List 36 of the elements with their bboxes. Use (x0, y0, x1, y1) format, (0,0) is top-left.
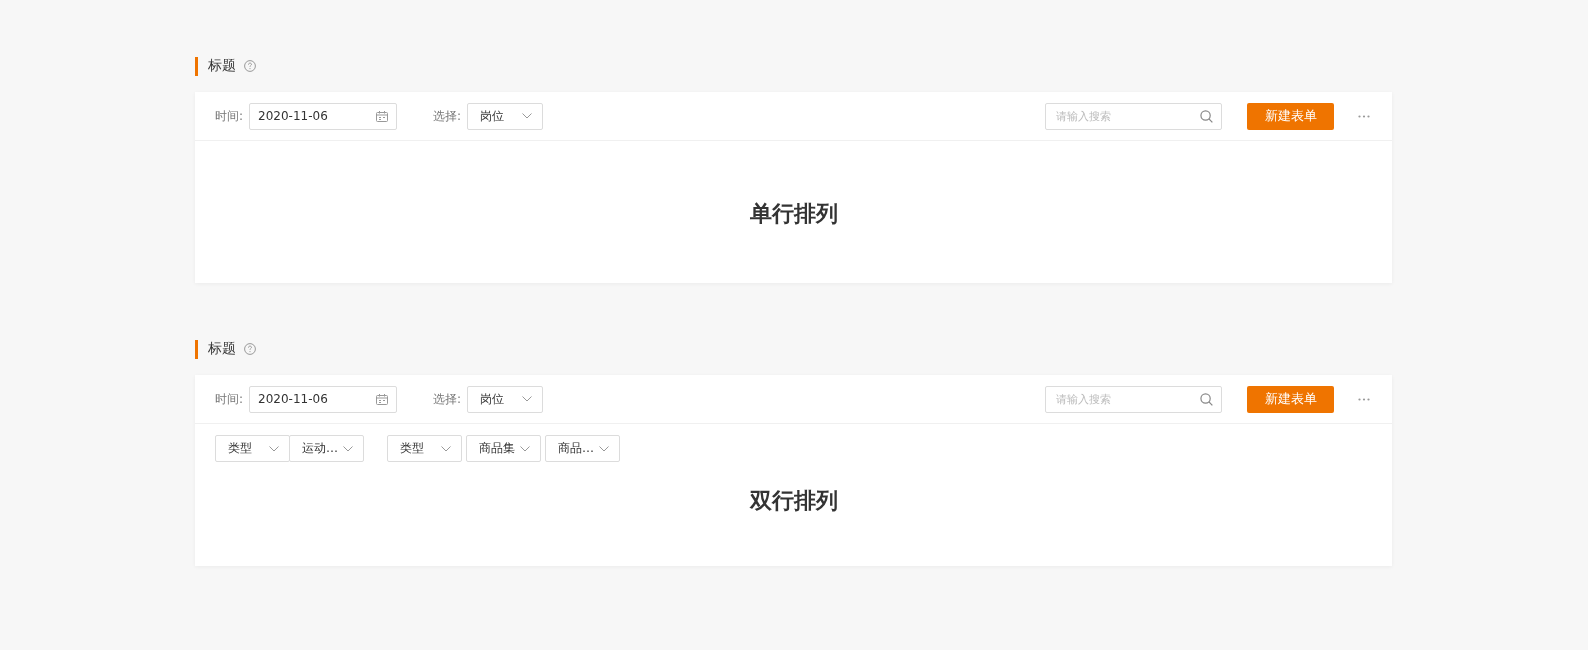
help-icon[interactable] (244, 343, 256, 355)
search-icon (1200, 392, 1213, 406)
filter-label: 时间: (215, 390, 244, 408)
select-dropdown[interactable]: 岗位 (467, 385, 544, 413)
select-dropdown[interactable]: 商品… (545, 435, 620, 462)
filter-label: 时间: (215, 107, 244, 125)
filter-label: 选择: (433, 107, 462, 125)
filter-label: 选择: (433, 390, 462, 408)
content-label: 双行排列 (749, 487, 838, 515)
more-icon[interactable] (1358, 397, 1370, 401)
chevron-down-icon (599, 445, 609, 452)
select-dropdown[interactable]: 运动… (289, 435, 364, 462)
chevron-down-icon (269, 445, 279, 452)
calendar-icon (376, 110, 389, 122)
help-icon[interactable] (244, 60, 256, 72)
date-field[interactable]: 2020-11-06 (249, 102, 398, 130)
chevron-down-icon (522, 396, 533, 402)
select-dropdown[interactable]: 类型 (215, 435, 290, 462)
section-title: 标题 (208, 340, 236, 358)
search-field[interactable]: 请输入搜索 (1045, 385, 1222, 413)
section-title: 标题 (208, 57, 236, 75)
title-accent-bar (195, 339, 198, 359)
title-accent-bar (195, 56, 198, 76)
chevron-down-icon (343, 445, 353, 452)
select-dropdown[interactable]: 商品集 (466, 435, 541, 462)
select-dropdown[interactable]: 类型 (387, 435, 462, 462)
chevron-down-icon (441, 445, 451, 452)
content-label: 单行排列 (749, 200, 838, 228)
chevron-down-icon (522, 113, 533, 119)
select-dropdown[interactable]: 岗位 (467, 102, 544, 130)
search-icon (1200, 109, 1213, 123)
search-field[interactable]: 请输入搜索 (1045, 102, 1222, 130)
more-icon[interactable] (1358, 114, 1370, 118)
date-field[interactable]: 2020-11-06 (249, 385, 398, 413)
chevron-down-icon (520, 445, 530, 452)
calendar-icon (376, 393, 389, 405)
